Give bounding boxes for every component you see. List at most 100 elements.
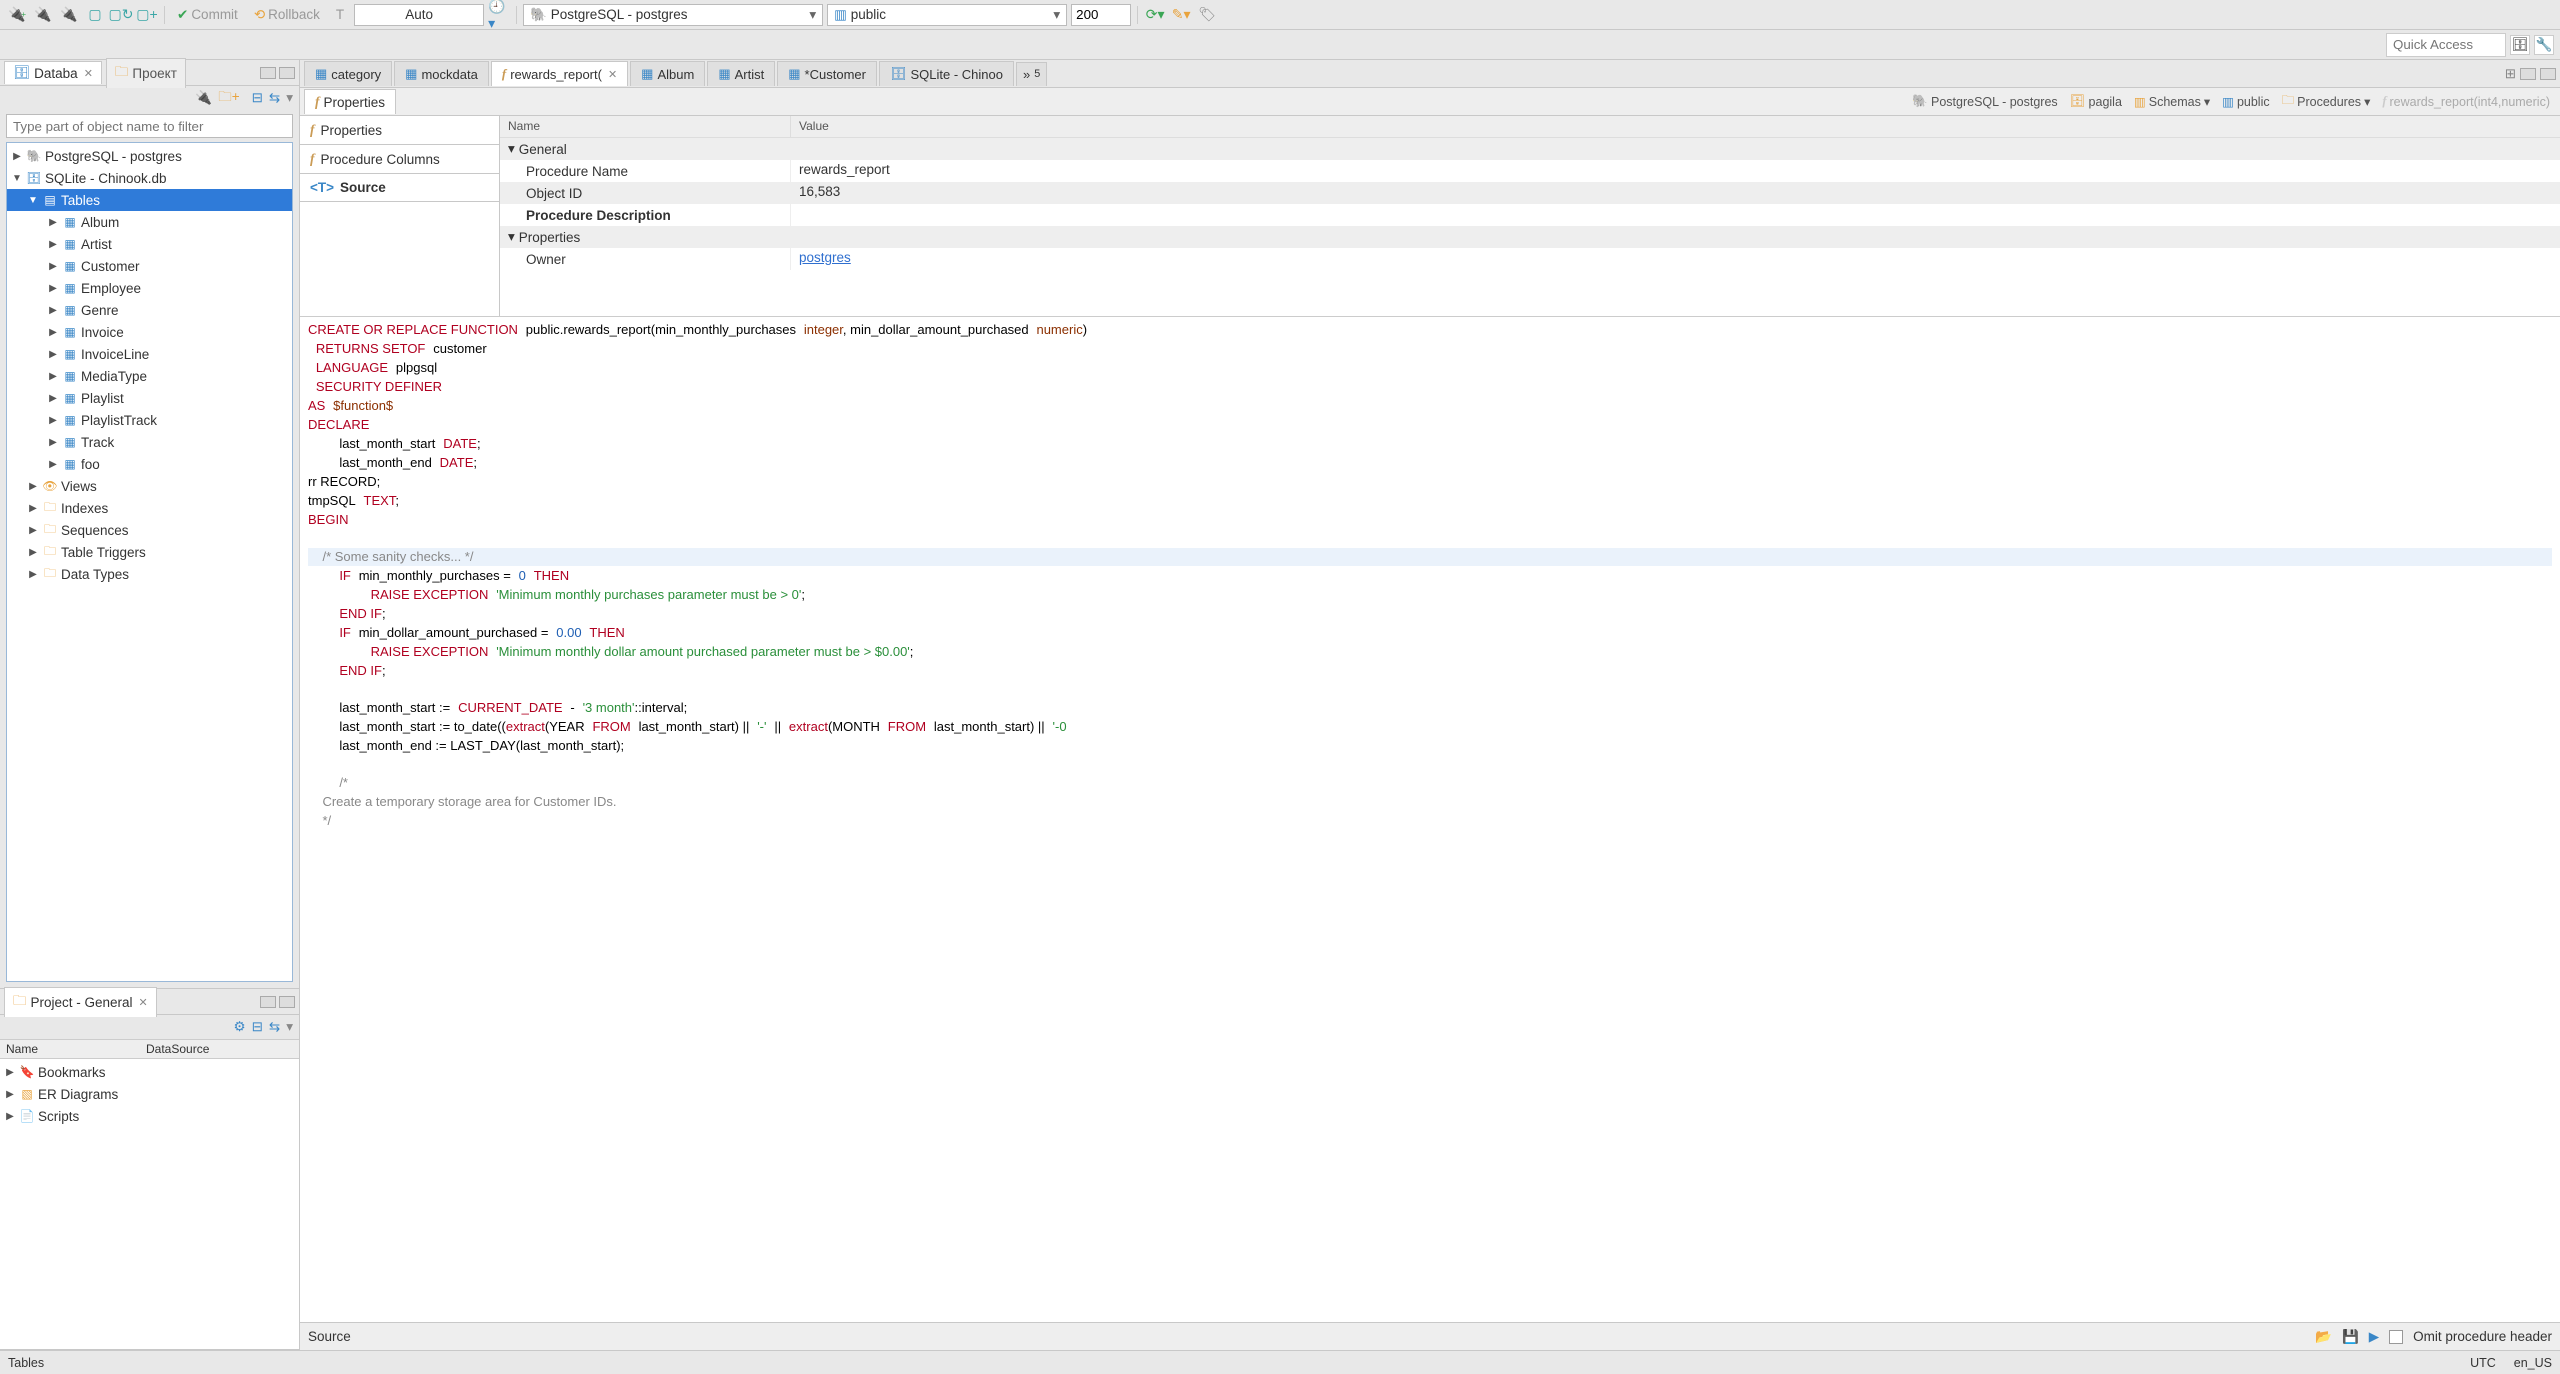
tree-table[interactable]: ▶▦MediaType [7,365,292,387]
close-icon[interactable]: ✕ [139,996,148,1009]
sql-new-icon[interactable]: ▢ [84,4,106,26]
sql-recent-icon[interactable]: ▢↻ [110,4,132,26]
tab-mockdata[interactable]: ▦mockdata [394,61,489,86]
project-item-scripts[interactable]: ▶📄Scripts [0,1105,299,1127]
tree-table[interactable]: ▶▦Invoice [7,321,292,343]
tree-table[interactable]: ▶▦Customer [7,255,292,277]
tree-node-indexes[interactable]: ▶🗀Indexes [7,497,292,519]
datasource-combo[interactable]: 🐘 PostgreSQL - postgres▾ [523,4,823,26]
prop-row-procname[interactable]: Procedure Namerewards_report [500,160,2560,182]
project-item-bookmarks[interactable]: ▶🔖Bookmarks [0,1061,299,1083]
tab-overflow[interactable]: »5 [1016,62,1047,86]
tree-conn-sqlite[interactable]: ▼🗄SQLite - Chinook.db [7,167,292,189]
view-menu-icon[interactable]: ▾ [286,90,293,106]
history-dropdown-icon[interactable]: 🕘▾ [488,4,510,26]
close-icon[interactable]: ✕ [84,67,93,80]
tree-table[interactable]: ▶▦Playlist [7,387,292,409]
tab-sqlite-chinook[interactable]: 🗄SQLite - Chinoo [879,61,1014,86]
crumb-schema-public[interactable]: ▥public [2218,92,2273,111]
tab-database-navigator[interactable]: 🗄Databa✕ [4,61,102,84]
rollback-button[interactable]: ⟲Rollback [248,5,326,25]
open-folder-icon[interactable]: 📂 [2315,1329,2332,1345]
new-connection-icon[interactable]: 🔌 [195,90,212,106]
prop-row-owner[interactable]: Ownerpostgres [500,248,2560,270]
tree-node-triggers[interactable]: ▶🗀Table Triggers [7,541,292,563]
tree-table[interactable]: ▶▦Artist [7,233,292,255]
quick-access-input[interactable] [2386,33,2506,57]
tab-album[interactable]: ▦Album [630,61,705,86]
plug-add-icon[interactable]: 🔌+ [6,4,28,26]
settings-icon[interactable]: ⚙ [233,1019,245,1035]
collapse-icon[interactable]: ⊟ [252,90,263,106]
nav-source[interactable]: <T>Source [300,174,499,202]
maximize-button[interactable] [279,67,295,79]
main-toolbar: 🔌+ 🔌 🔌 ▢ ▢↻ ▢+ ✔Commit ⟲Rollback T Auto … [0,0,2560,30]
perspective-other-icon[interactable]: 🔧 [2534,35,2554,55]
tx-button[interactable]: T [330,5,350,24]
crumb-connection[interactable]: 🐘PostgreSQL - postgres [1908,92,2061,111]
row-limit-input[interactable] [1071,4,1131,26]
editor-link-icon[interactable]: ⊞ [2505,66,2516,82]
tree-table[interactable]: ▶▦Track [7,431,292,453]
tab-project[interactable]: 🗀Проект [106,58,186,88]
tree-table[interactable]: ▶▦PlaylistTrack [7,409,292,431]
prop-group-general[interactable]: ▾ General [500,138,2560,160]
tree-table[interactable]: ▶▦InvoiceLine [7,343,292,365]
tree-node-views[interactable]: ▶👁Views [7,475,292,497]
tree-table[interactable]: ▶▦Album [7,211,292,233]
link-editor-icon[interactable]: ⇆ [269,90,280,106]
refresh-icon[interactable]: ⟳▾ [1144,4,1166,26]
perspective-db-icon[interactable]: 🗄 [2510,35,2530,55]
maximize-button[interactable] [279,996,295,1008]
tree-node-tables[interactable]: ▼▤Tables [7,189,292,211]
crumb-database[interactable]: 🗄pagila [2066,92,2126,111]
sql-add-icon[interactable]: ▢+ [136,4,158,26]
tree-table[interactable]: ▶▦Genre [7,299,292,321]
nav-columns[interactable]: fProcedure Columns [300,145,499,174]
tree-node-sequences[interactable]: ▶🗀Sequences [7,519,292,541]
close-icon[interactable]: ✕ [608,68,617,81]
prop-group-properties[interactable]: ▾ Properties [500,226,2560,248]
tree-node-datatypes[interactable]: ▶🗀Data Types [7,563,292,585]
editor-tab-bar: ▦category ▦mockdata frewards_report(✕ ▦A… [300,60,2560,88]
project-item-er[interactable]: ▶▧ER Diagrams [0,1083,299,1105]
nav-properties[interactable]: fProperties [300,116,499,145]
crumb-procedures[interactable]: 🗀Procedures ▾ [2278,89,2375,114]
subtab-properties[interactable]: fProperties [304,89,396,114]
plug-icon[interactable]: 🔌 [32,4,54,26]
tab-artist[interactable]: ▦Artist [707,61,775,86]
crumb-schemas[interactable]: ▥Schemas ▾ [2130,92,2214,111]
tab-customer[interactable]: ▦*Customer [777,61,877,86]
bottom-tab-source[interactable]: Source [308,1329,351,1344]
omit-header-checkbox[interactable] [2389,1330,2403,1344]
tab-category[interactable]: ▦category [304,61,392,86]
tx-mode-combo[interactable]: Auto [354,4,484,26]
tab-rewards-report[interactable]: frewards_report(✕ [491,61,628,86]
source-editor[interactable]: CREATE OR REPLACE FUNCTION public.reward… [300,316,2560,1322]
tag-icon[interactable]: 🏷 [1196,4,1218,26]
commit-button[interactable]: ✔Commit [171,5,244,25]
tree-table[interactable]: ▶▦Employee [7,277,292,299]
view-menu-icon[interactable]: ▾ [286,1019,293,1035]
tree-filter-input[interactable] [6,114,293,138]
tree-table[interactable]: ▶▦foo [7,453,292,475]
compile-icon[interactable]: ▶ [2369,1329,2379,1345]
tree-conn-postgres[interactable]: ▶🐘PostgreSQL - postgres [7,145,292,167]
save-icon[interactable]: 💾 [2342,1329,2359,1345]
col-header-datasource: DataSource [140,1040,215,1058]
prop-row-desc[interactable]: Procedure Description [500,204,2560,226]
maximize-button[interactable] [2540,68,2556,80]
prop-row-objectid[interactable]: Object ID16,583 [500,182,2560,204]
minimize-button[interactable] [260,67,276,79]
stop-icon[interactable]: ✎▾ [1170,4,1192,26]
link-icon[interactable]: ⇆ [269,1019,280,1035]
collapse-all-icon[interactable]: ⊟ [252,1019,263,1035]
crumb-procedure-name[interactable]: frewards_report(int4,numeric) [2378,92,2554,111]
schema-combo[interactable]: ▥ public▾ [827,4,1067,26]
minimize-button[interactable] [260,996,276,1008]
tab-project-general[interactable]: 🗀Project - General✕ [4,987,157,1017]
new-folder-icon[interactable]: 🗀+ [218,87,239,110]
plug-disconnect-icon[interactable]: 🔌 [58,4,80,26]
minimize-button[interactable] [2520,68,2536,80]
owner-link[interactable]: postgres [799,250,851,265]
